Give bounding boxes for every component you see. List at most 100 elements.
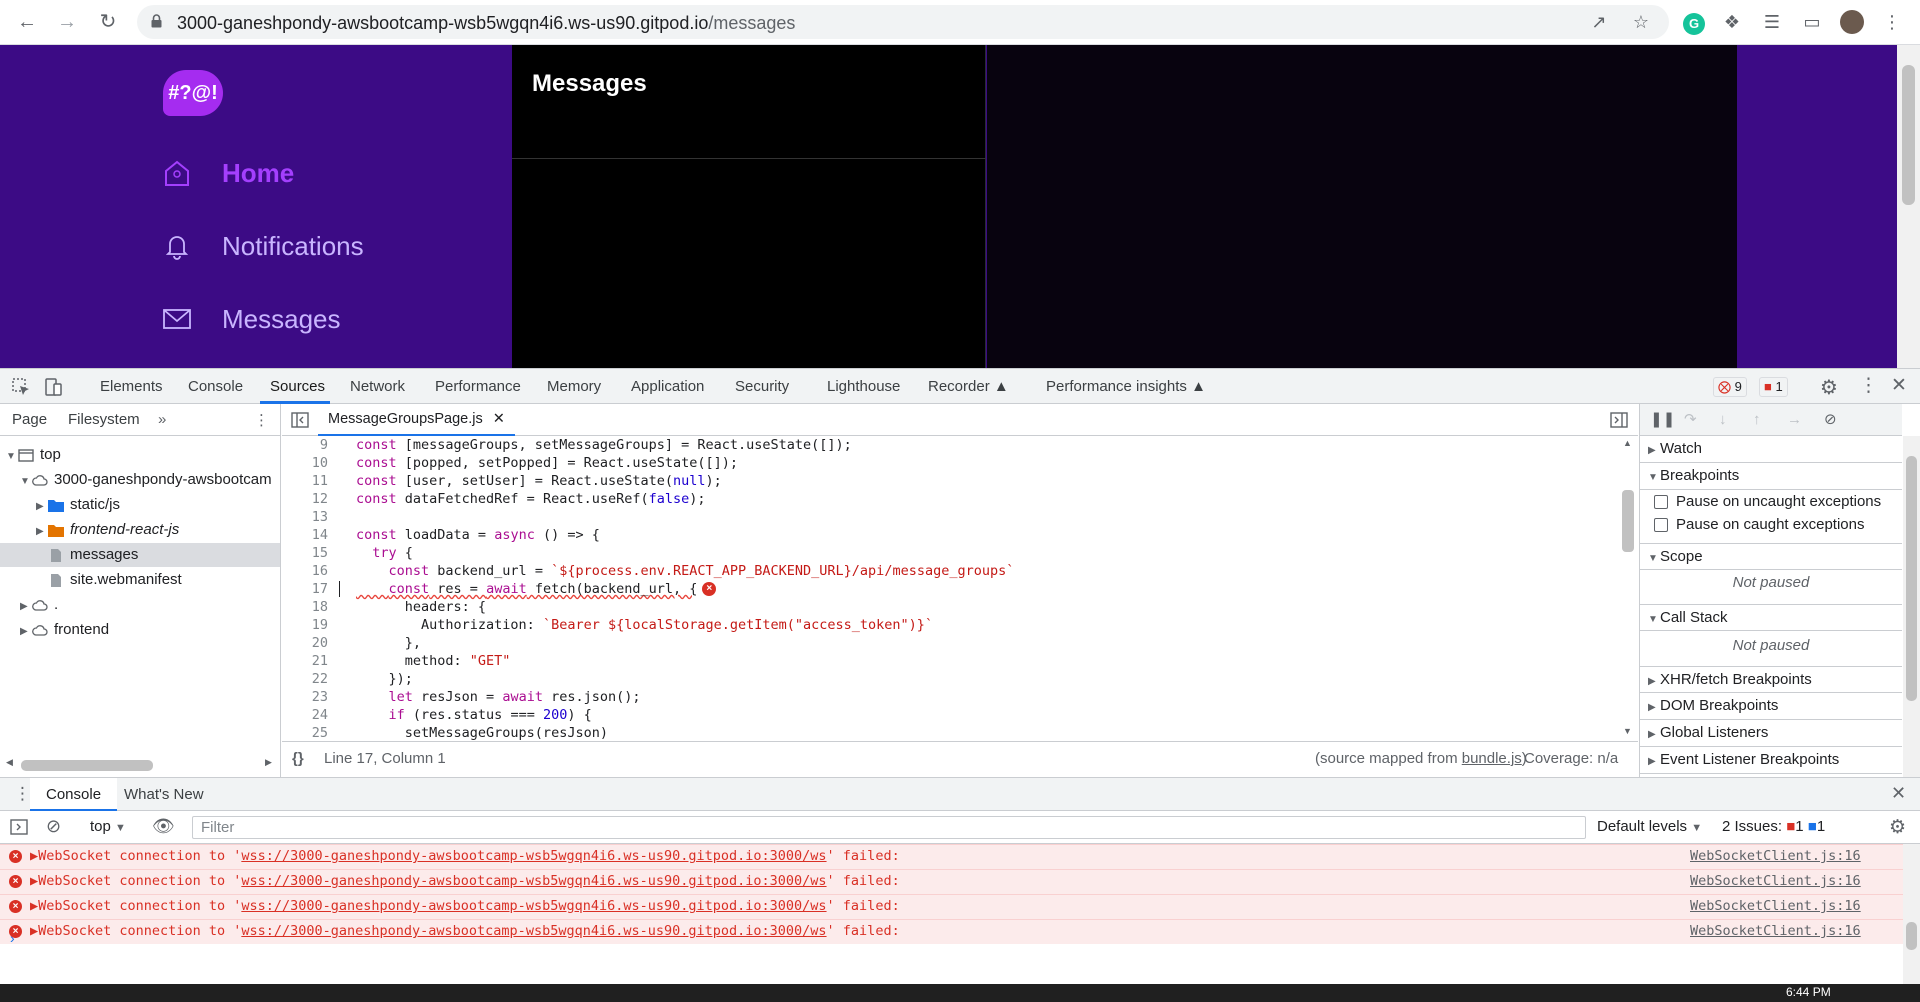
tree-item-frontend[interactable]: ▶ frontend [0, 618, 280, 642]
tab-network[interactable]: Network [350, 378, 405, 395]
console-settings-gear-icon[interactable]: ⚙ [1889, 816, 1906, 839]
tree-item-top[interactable]: ▼ top [0, 443, 280, 467]
console-error-message[interactable]: × ▶WebSocket connection to 'wss://3000-ga… [0, 844, 1905, 869]
code-line[interactable]: 18 headers: { [282, 598, 1622, 616]
line-number[interactable]: 13 [282, 508, 328, 526]
page-scrollbar[interactable] [1897, 45, 1920, 368]
code-view[interactable]: 9 const [messageGroups, setMessageGroups]… [282, 436, 1638, 741]
code-line[interactable]: 12 const dataFetchedRef = React.useRef(fa… [282, 490, 1622, 508]
nav-item-notifications[interactable]: Notifications [162, 226, 364, 266]
code-line[interactable]: 9 const [messageGroups, setMessageGroups]… [282, 436, 1622, 454]
tree-item-dot[interactable]: ▶. [0, 593, 280, 617]
expanded-arrow-icon[interactable]: ▼ [6, 445, 18, 469]
bookmark-star-icon[interactable]: ☆ [1629, 10, 1653, 34]
lock-icon[interactable] [151, 14, 162, 28]
tree-item-site-webmanifest[interactable]: site.webmanifest [0, 568, 280, 592]
line-number[interactable]: 22 [282, 670, 328, 688]
console-error-message[interactable]: × ▶WebSocket connection to 'wss://3000-ga… [0, 869, 1905, 894]
expand-arrow-icon[interactable]: ▶ [30, 898, 38, 914]
tab-memory[interactable]: Memory [547, 378, 601, 395]
tab-performance[interactable]: Performance [435, 378, 521, 395]
browser-menu-icon[interactable]: ⋮ [1880, 10, 1904, 34]
code-line[interactable]: 21 method: "GET" [282, 652, 1622, 670]
code-line[interactable]: 13 [282, 508, 1622, 526]
message-source-link[interactable]: WebSocketClient.js:16 [1690, 870, 1861, 893]
section-watch[interactable]: ▶ Watch [1640, 436, 1902, 463]
websocket-url-link[interactable]: wss://3000-ganeshpondy-awsbootcamp-wsb5w… [241, 923, 826, 939]
scroll-down-icon[interactable]: ▼ [1623, 726, 1632, 736]
code-line[interactable]: 19 Authorization: `Bearer ${localStorage… [282, 616, 1622, 634]
issues-counter[interactable]: 2 Issues: ■1 ■1 [1722, 818, 1825, 835]
debugger-scrollbar-thumb[interactable] [1906, 456, 1917, 701]
pause-uncaught-checkbox[interactable] [1654, 495, 1668, 510]
step-out-icon[interactable]: ↑ [1753, 407, 1761, 433]
line-number[interactable]: 21 [282, 652, 328, 670]
line-number[interactable]: 16 [282, 562, 328, 580]
console-filter-input[interactable]: Filter [192, 816, 1586, 839]
console-scrollbar-thumb[interactable] [1906, 922, 1917, 950]
editor-tab-messagegroupspage[interactable]: MessageGroupsPage.js ✕ [318, 404, 515, 436]
close-drawer-icon[interactable]: ✕ [1891, 783, 1906, 804]
line-number[interactable]: 24 [282, 706, 328, 724]
forward-icon[interactable]: → [55, 10, 79, 34]
step-into-icon[interactable]: ↓ [1719, 407, 1727, 433]
tree-item-messages[interactable]: messages [0, 543, 280, 567]
deactivate-breakpoints-icon[interactable]: ⊘ [1824, 407, 1837, 433]
tab-performance-insights[interactable]: Performance insights ▲ [1046, 378, 1206, 395]
line-number[interactable]: 12 [282, 490, 328, 508]
pause-uncaught-row[interactable]: Pause on uncaught exceptions [1640, 493, 1902, 515]
section-dom-breakpoints[interactable]: ▶ DOM Breakpoints [1640, 693, 1902, 720]
line-number[interactable]: 19 [282, 616, 328, 634]
line-number[interactable]: 11 [282, 472, 328, 490]
extensions-icon[interactable]: ❖ [1720, 10, 1744, 34]
side-panel-icon[interactable]: ▭ [1800, 10, 1824, 34]
code-line[interactable]: 11 const [user, setUser] = React.useState… [282, 472, 1622, 490]
inspect-element-icon[interactable] [11, 377, 31, 397]
code-line[interactable]: 25 setMessageGroups(resJson) [282, 724, 1622, 741]
pause-caught-row[interactable]: Pause on caught exceptions [1640, 516, 1902, 538]
close-tab-icon[interactable]: ✕ [493, 411, 505, 427]
navigator-tab-page[interactable]: Page [12, 411, 47, 428]
line-number[interactable]: 18 [282, 598, 328, 616]
source-map-link[interactable]: bundle.js [1462, 750, 1522, 767]
pause-caught-checkbox[interactable] [1654, 518, 1668, 533]
tab-elements[interactable]: Elements [100, 378, 163, 395]
step-icon[interactable]: → [1787, 407, 1802, 433]
toggle-debugger-icon[interactable] [1610, 412, 1628, 428]
message-source-link[interactable]: WebSocketClient.js:16 [1690, 845, 1861, 868]
message-source-link[interactable]: WebSocketClient.js:16 [1690, 895, 1861, 918]
line-number[interactable]: 15 [282, 544, 328, 562]
tree-item-frontend-react-js[interactable]: ▶ frontend-react-js [0, 518, 280, 542]
tab-lighthouse[interactable]: Lighthouse [827, 378, 900, 395]
share-icon[interactable]: ↗ [1587, 10, 1611, 34]
message-source-link[interactable]: WebSocketClient.js:16 [1690, 920, 1861, 943]
step-over-icon[interactable]: ↷ [1684, 407, 1697, 433]
console-scrollbar[interactable] [1903, 844, 1920, 986]
nav-item-home[interactable]: Home [162, 153, 294, 193]
profile-avatar[interactable] [1840, 10, 1864, 34]
scroll-right-icon[interactable]: ▶ [265, 757, 272, 768]
tab-security[interactable]: Security [735, 378, 789, 395]
close-devtools-icon[interactable]: ✕ [1891, 374, 1907, 397]
expand-arrow-icon[interactable]: ▶ [30, 923, 38, 939]
nav-item-messages[interactable]: Messages [162, 299, 341, 339]
drawer-tab-console[interactable]: Console [30, 778, 118, 811]
section-xhr-breakpoints[interactable]: ▶ XHR/fetch Breakpoints [1640, 666, 1902, 693]
scroll-left-icon[interactable]: ◀ [6, 757, 13, 768]
clear-console-icon[interactable]: ⊘ [46, 816, 61, 837]
error-count-badge[interactable]: ⨂ 9 [1713, 377, 1747, 397]
expand-arrow-icon[interactable]: ▶ [30, 873, 38, 889]
navigator-scrollbar-thumb[interactable] [21, 760, 153, 771]
log-levels-dropdown[interactable]: Default levels ▼ [1597, 818, 1702, 835]
section-global-listeners[interactable]: ▶ Global Listeners [1640, 720, 1902, 747]
websocket-url-link[interactable]: wss://3000-ganeshpondy-awsbootcamp-wsb5w… [241, 873, 826, 889]
websocket-url-link[interactable]: wss://3000-ganeshpondy-awsbootcamp-wsb5w… [241, 898, 826, 914]
grammarly-icon[interactable]: G [1682, 10, 1706, 35]
line-number[interactable]: 23 [282, 688, 328, 706]
collapsed-arrow-icon[interactable]: ▶ [36, 495, 48, 519]
code-line[interactable]: 23 let resJson = await res.json(); [282, 688, 1622, 706]
expand-arrow-icon[interactable]: ▶ [30, 848, 38, 864]
console-error-message[interactable]: × ▶WebSocket connection to 'wss://3000-ga… [0, 894, 1905, 919]
live-expression-eye-icon[interactable]: 👁 [152, 816, 175, 837]
collapsed-arrow-icon[interactable]: ▶ [36, 520, 48, 544]
